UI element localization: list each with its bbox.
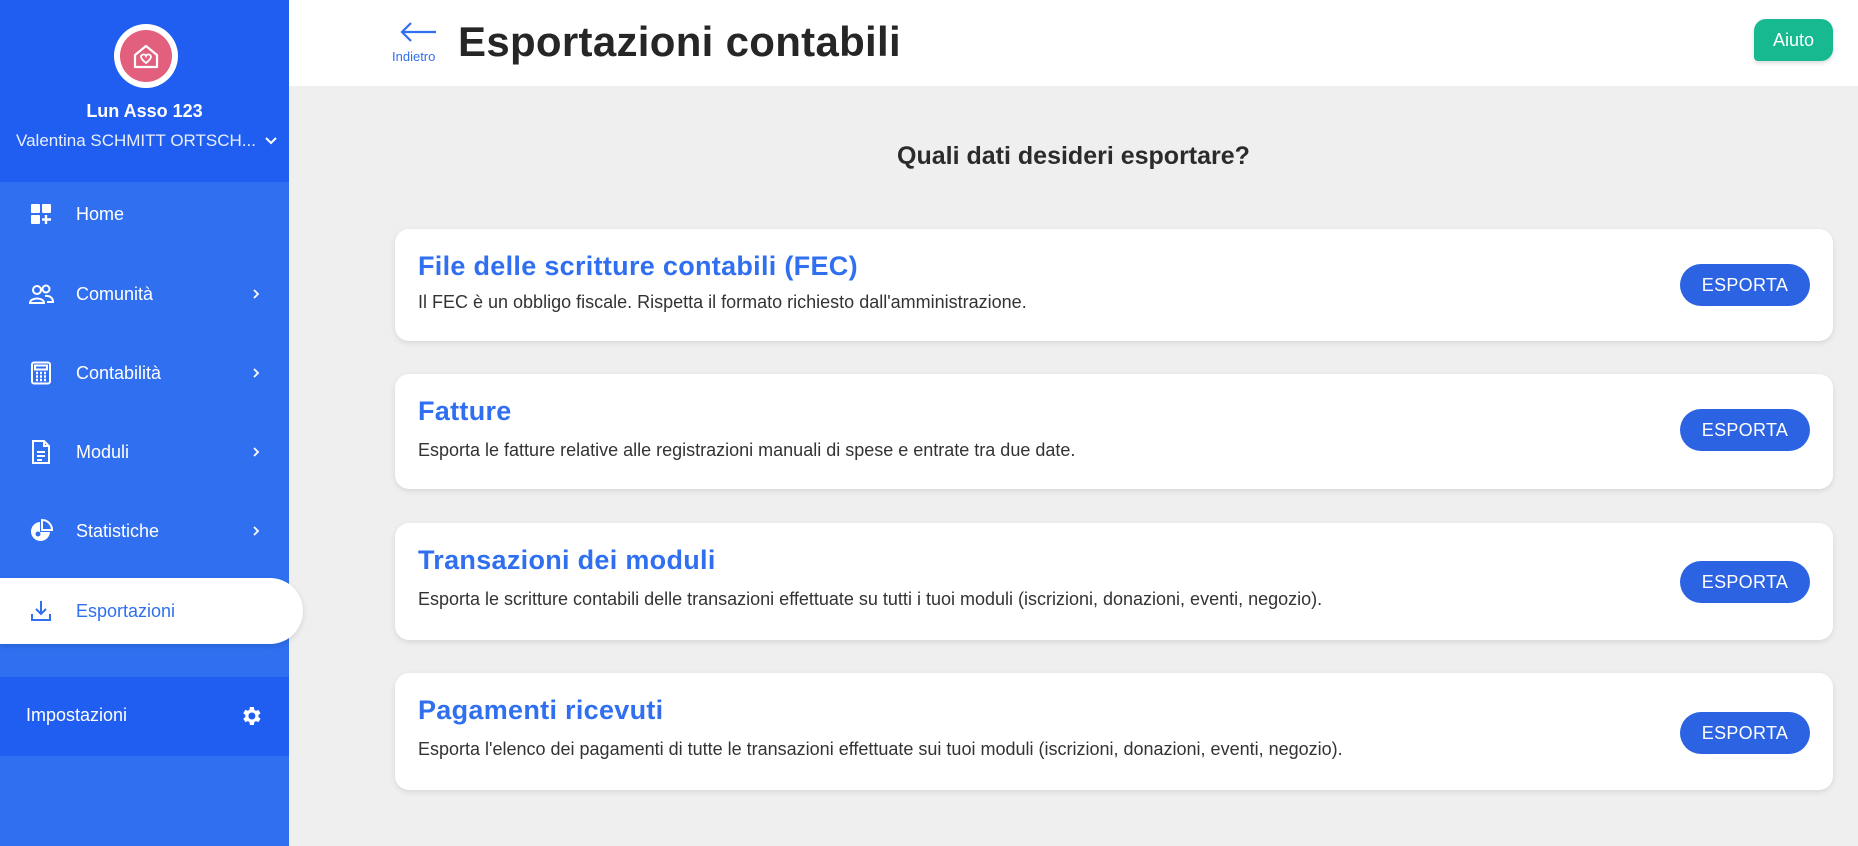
export-fec-button[interactable]: ESPORTA	[1680, 264, 1810, 306]
back-button[interactable]: Indietro	[392, 20, 444, 66]
users-icon	[28, 281, 54, 307]
sidebar: Lun Asso 123 Valentina SCHMITT ORTSCH...…	[0, 0, 303, 846]
chevron-right-icon	[253, 289, 260, 299]
chevron-right-icon	[253, 526, 260, 536]
export-card-pagamenti: Pagamenti ricevuti Esporta l'elenco dei …	[395, 673, 1833, 790]
card-title: Fatture	[418, 396, 512, 426]
dashboard-icon	[28, 201, 54, 227]
gear-icon[interactable]	[239, 704, 263, 728]
page-title: Esportazioni contabili	[458, 18, 901, 65]
sidebar-item-statistiche[interactable]: Statistiche	[0, 498, 289, 564]
sidebar-item-label: Esportazioni	[76, 600, 176, 621]
card-title: Transazioni dei moduli	[418, 545, 716, 575]
sidebar-item-label: Comunità	[76, 283, 154, 304]
export-card-transazioni: Transazioni dei moduli Esporta le scritt…	[395, 523, 1833, 640]
section-question: Quali dati desideri esportare?	[897, 142, 1250, 170]
export-card-fatture: Fatture Esporta le fatture relative alle…	[395, 374, 1833, 489]
help-button[interactable]: Aiuto	[1754, 19, 1833, 61]
calculator-icon	[28, 360, 54, 386]
sidebar-header: Lun Asso 123 Valentina SCHMITT ORTSCH...	[0, 0, 289, 182]
document-icon	[28, 439, 54, 465]
card-description: Esporta l'elenco dei pagamenti di tutte …	[418, 739, 1343, 759]
card-description: Esporta le scritture contabili delle tra…	[418, 589, 1323, 609]
download-icon	[28, 598, 54, 624]
chevron-right-icon	[253, 447, 260, 457]
house-heart-icon	[120, 30, 172, 82]
chevron-down-icon	[265, 137, 277, 145]
sidebar-item-esportazioni[interactable]: Esportazioni	[0, 578, 303, 644]
export-fatture-button[interactable]: ESPORTA	[1680, 409, 1810, 451]
org-logo[interactable]	[114, 24, 178, 88]
settings-label: Impostazioni	[26, 705, 128, 725]
sidebar-item-label: Statistiche	[76, 520, 160, 541]
sidebar-item-contabilita[interactable]: Contabilità	[0, 340, 289, 406]
card-title: Pagamenti ricevuti	[418, 695, 664, 725]
card-description: Esporta le fatture relative alle registr…	[418, 440, 1076, 460]
card-description: Il FEC è un obbligo fiscale. Rispetta il…	[418, 292, 1027, 312]
export-card-fec: File delle scritture contabili (FEC) Il …	[395, 229, 1833, 341]
export-transazioni-button[interactable]: ESPORTA	[1680, 561, 1810, 603]
sidebar-item-home[interactable]: Home	[0, 181, 289, 247]
sidebar-item-moduli[interactable]: Moduli	[0, 419, 289, 485]
user-name: Valentina SCHMITT ORTSCH...	[16, 131, 256, 150]
org-name: Lun Asso 123	[86, 101, 203, 121]
sidebar-item-label: Moduli	[76, 441, 130, 462]
sidebar-item-comunita[interactable]: Comunità	[0, 261, 289, 327]
sidebar-item-label: Contabilità	[76, 362, 162, 383]
sidebar-item-label: Home	[76, 203, 125, 224]
user-switcher[interactable]: Valentina SCHMITT ORTSCH...	[12, 131, 282, 151]
back-label: Indietro	[392, 49, 436, 64]
chevron-right-icon	[253, 368, 260, 378]
card-title: File delle scritture contabili (FEC)	[418, 251, 858, 281]
arrow-left-icon	[400, 22, 436, 42]
export-pagamenti-button[interactable]: ESPORTA	[1680, 712, 1810, 754]
pie-chart-icon	[28, 518, 54, 544]
